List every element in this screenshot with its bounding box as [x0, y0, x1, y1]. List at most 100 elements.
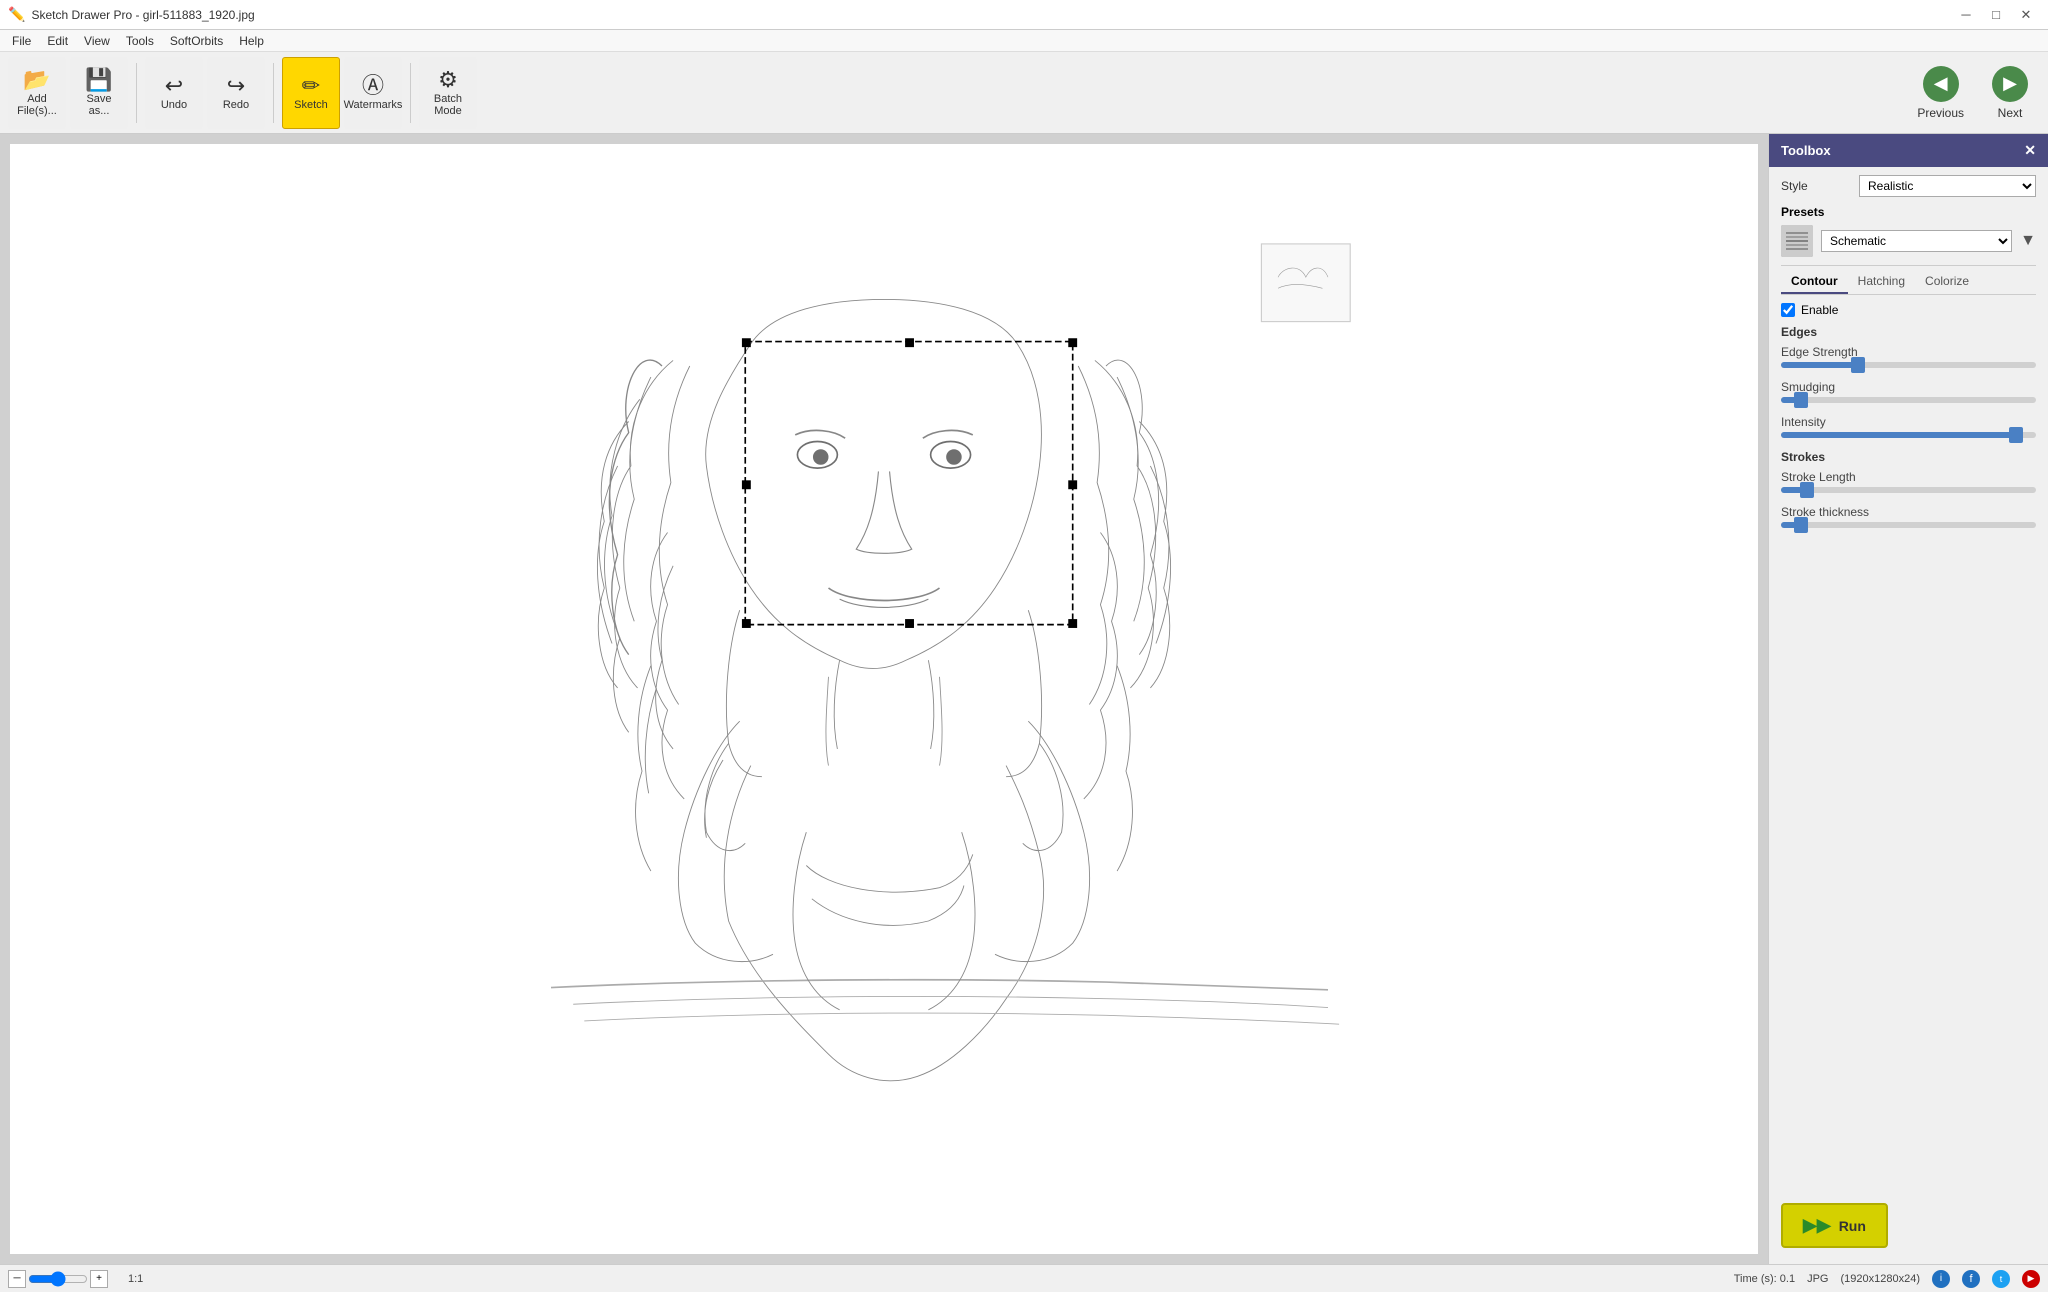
- batch-mode-button[interactable]: ⚙ BatchMode: [419, 57, 477, 129]
- style-section: Style RealisticCartoonClassicManga Prese…: [1769, 167, 2048, 548]
- intensity-container: Intensity: [1781, 415, 2036, 438]
- redo-icon: ↪: [227, 75, 245, 97]
- social-button-3[interactable]: ▶: [2022, 1270, 2040, 1288]
- run-button[interactable]: ▶▶ Run: [1781, 1203, 1888, 1248]
- next-button[interactable]: ▶ Next: [1980, 58, 2040, 128]
- zoom-value-label: 1:1: [128, 1273, 143, 1285]
- smudging-slider[interactable]: [1781, 397, 2036, 403]
- undo-button[interactable]: ↩ Undo: [145, 57, 203, 129]
- menu-tools[interactable]: Tools: [118, 32, 162, 50]
- sketch-icon: ✏: [302, 75, 320, 97]
- menu-view[interactable]: View: [76, 32, 118, 50]
- run-label: Run: [1839, 1218, 1866, 1234]
- strokes-title: Strokes: [1781, 450, 2036, 464]
- app-icon: ✏️: [8, 6, 25, 23]
- edge-strength-fill: [1781, 362, 1858, 368]
- add-files-label: AddFile(s)...: [17, 93, 57, 117]
- previous-label: Previous: [1917, 106, 1964, 120]
- add-files-icon: 📂: [23, 69, 50, 91]
- time-label: Time (s): 0.1: [1734, 1273, 1795, 1285]
- dimensions-label: (1920x1280x24): [1840, 1273, 1920, 1285]
- maximize-button[interactable]: □: [1982, 4, 2010, 26]
- sketch-label: Sketch: [294, 99, 328, 111]
- run-spacer: ▶▶ Run: [1769, 1187, 2048, 1264]
- tab-hatching[interactable]: Hatching: [1848, 270, 1915, 294]
- zoom-in-button[interactable]: +: [90, 1270, 108, 1288]
- menu-edit[interactable]: Edit: [39, 32, 76, 50]
- save-as-button[interactable]: 💾 Saveas...: [70, 57, 128, 129]
- sketch-canvas: [10, 144, 1758, 1254]
- statusbar: ─ + 1:1 Time (s): 0.1 JPG (1920x1280x24)…: [0, 1264, 2048, 1292]
- social-button-2[interactable]: t: [1992, 1270, 2010, 1288]
- presets-row: SchematicSoftBoldFine ▼: [1781, 225, 2036, 257]
- menu-help[interactable]: Help: [231, 32, 272, 50]
- edge-strength-thumb[interactable]: [1851, 357, 1865, 373]
- edge-strength-slider[interactable]: [1781, 362, 2036, 368]
- previous-icon: ◀: [1923, 66, 1959, 102]
- close-button[interactable]: ✕: [2012, 4, 2040, 26]
- format-label: JPG: [1807, 1273, 1828, 1285]
- toolbox-panel: Toolbox ✕ Style RealisticCartoonClassicM…: [1768, 134, 2048, 1264]
- titlebar: ✏️ Sketch Drawer Pro - girl-511883_1920.…: [0, 0, 2048, 30]
- menu-softorbits[interactable]: SoftOrbits: [162, 32, 231, 50]
- watermarks-button[interactable]: Ⓐ Watermarks: [344, 57, 402, 129]
- stroke-thickness-thumb[interactable]: [1794, 517, 1808, 533]
- toolbar-separator-3: [410, 63, 411, 123]
- smudging-thumb[interactable]: [1794, 392, 1808, 408]
- canvas-background: [10, 144, 1758, 1254]
- batch-mode-label: BatchMode: [434, 93, 462, 117]
- redo-label: Redo: [223, 99, 249, 111]
- edge-strength-container: Edge Strength: [1781, 345, 2036, 368]
- stroke-length-thumb[interactable]: [1800, 482, 1814, 498]
- add-files-button[interactable]: 📂 AddFile(s)...: [8, 57, 66, 129]
- zoom-slider[interactable]: [28, 1271, 88, 1287]
- menubar: File Edit View Tools SoftOrbits Help: [0, 30, 2048, 52]
- save-as-label: Saveas...: [86, 93, 111, 117]
- smudging-label: Smudging: [1781, 380, 2036, 394]
- redo-button[interactable]: ↪ Redo: [207, 57, 265, 129]
- watermarks-label: Watermarks: [344, 99, 403, 111]
- edge-strength-label: Edge Strength: [1781, 345, 2036, 359]
- style-label: Style: [1781, 179, 1851, 193]
- smudging-container: Smudging: [1781, 380, 2036, 403]
- style-select[interactable]: RealisticCartoonClassicManga: [1859, 175, 2036, 197]
- presets-dropdown-icon[interactable]: ▼: [2020, 232, 2036, 250]
- main-area: Toolbox ✕ Style RealisticCartoonClassicM…: [0, 134, 2048, 1264]
- intensity-slider[interactable]: [1781, 432, 2036, 438]
- stroke-length-container: Stroke Length: [1781, 470, 2036, 493]
- stroke-thickness-container: Stroke thickness: [1781, 505, 2036, 528]
- style-row: Style RealisticCartoonClassicManga: [1781, 175, 2036, 197]
- status-right: Time (s): 0.1 JPG (1920x1280x24) i f t ▶: [1734, 1270, 2040, 1288]
- tab-contour[interactable]: Contour: [1781, 270, 1848, 294]
- minimize-button[interactable]: ─: [1952, 4, 1980, 26]
- presets-label: Presets: [1781, 205, 2036, 219]
- menu-file[interactable]: File: [4, 32, 39, 50]
- sketch-button[interactable]: ✏ Sketch: [282, 57, 340, 129]
- nav-buttons: ◀ Previous ▶ Next: [1905, 58, 2040, 128]
- toolbar-separator-1: [136, 63, 137, 123]
- previous-button[interactable]: ◀ Previous: [1905, 58, 1976, 128]
- intensity-label: Intensity: [1781, 415, 2036, 429]
- edges-title: Edges: [1781, 325, 2036, 339]
- zoom-control: ─ +: [8, 1270, 108, 1288]
- info-button[interactable]: i: [1932, 1270, 1950, 1288]
- toolbar: 📂 AddFile(s)... 💾 Saveas... ↩ Undo ↪ Red…: [0, 52, 2048, 134]
- run-icon: ▶▶: [1803, 1215, 1831, 1236]
- toolbox-title: Toolbox: [1781, 143, 1831, 158]
- enable-checkbox[interactable]: [1781, 303, 1795, 317]
- tab-colorize[interactable]: Colorize: [1915, 270, 1979, 294]
- social-button-1[interactable]: f: [1962, 1270, 1980, 1288]
- window-title: Sketch Drawer Pro - girl-511883_1920.jpg: [31, 8, 254, 22]
- divider-1: [1781, 265, 2036, 266]
- toolbox-header: Toolbox ✕: [1769, 134, 2048, 167]
- toolbox-close-button[interactable]: ✕: [2024, 142, 2036, 159]
- tabs-row: Contour Hatching Colorize: [1781, 270, 2036, 295]
- zoom-out-button[interactable]: ─: [8, 1270, 26, 1288]
- save-icon: 💾: [85, 69, 112, 91]
- presets-select[interactable]: SchematicSoftBoldFine: [1821, 230, 2012, 252]
- intensity-thumb[interactable]: [2009, 427, 2023, 443]
- stroke-length-slider[interactable]: [1781, 487, 2036, 493]
- stroke-thickness-slider[interactable]: [1781, 522, 2036, 528]
- stroke-length-label: Stroke Length: [1781, 470, 2036, 484]
- canvas-area[interactable]: [0, 134, 1768, 1264]
